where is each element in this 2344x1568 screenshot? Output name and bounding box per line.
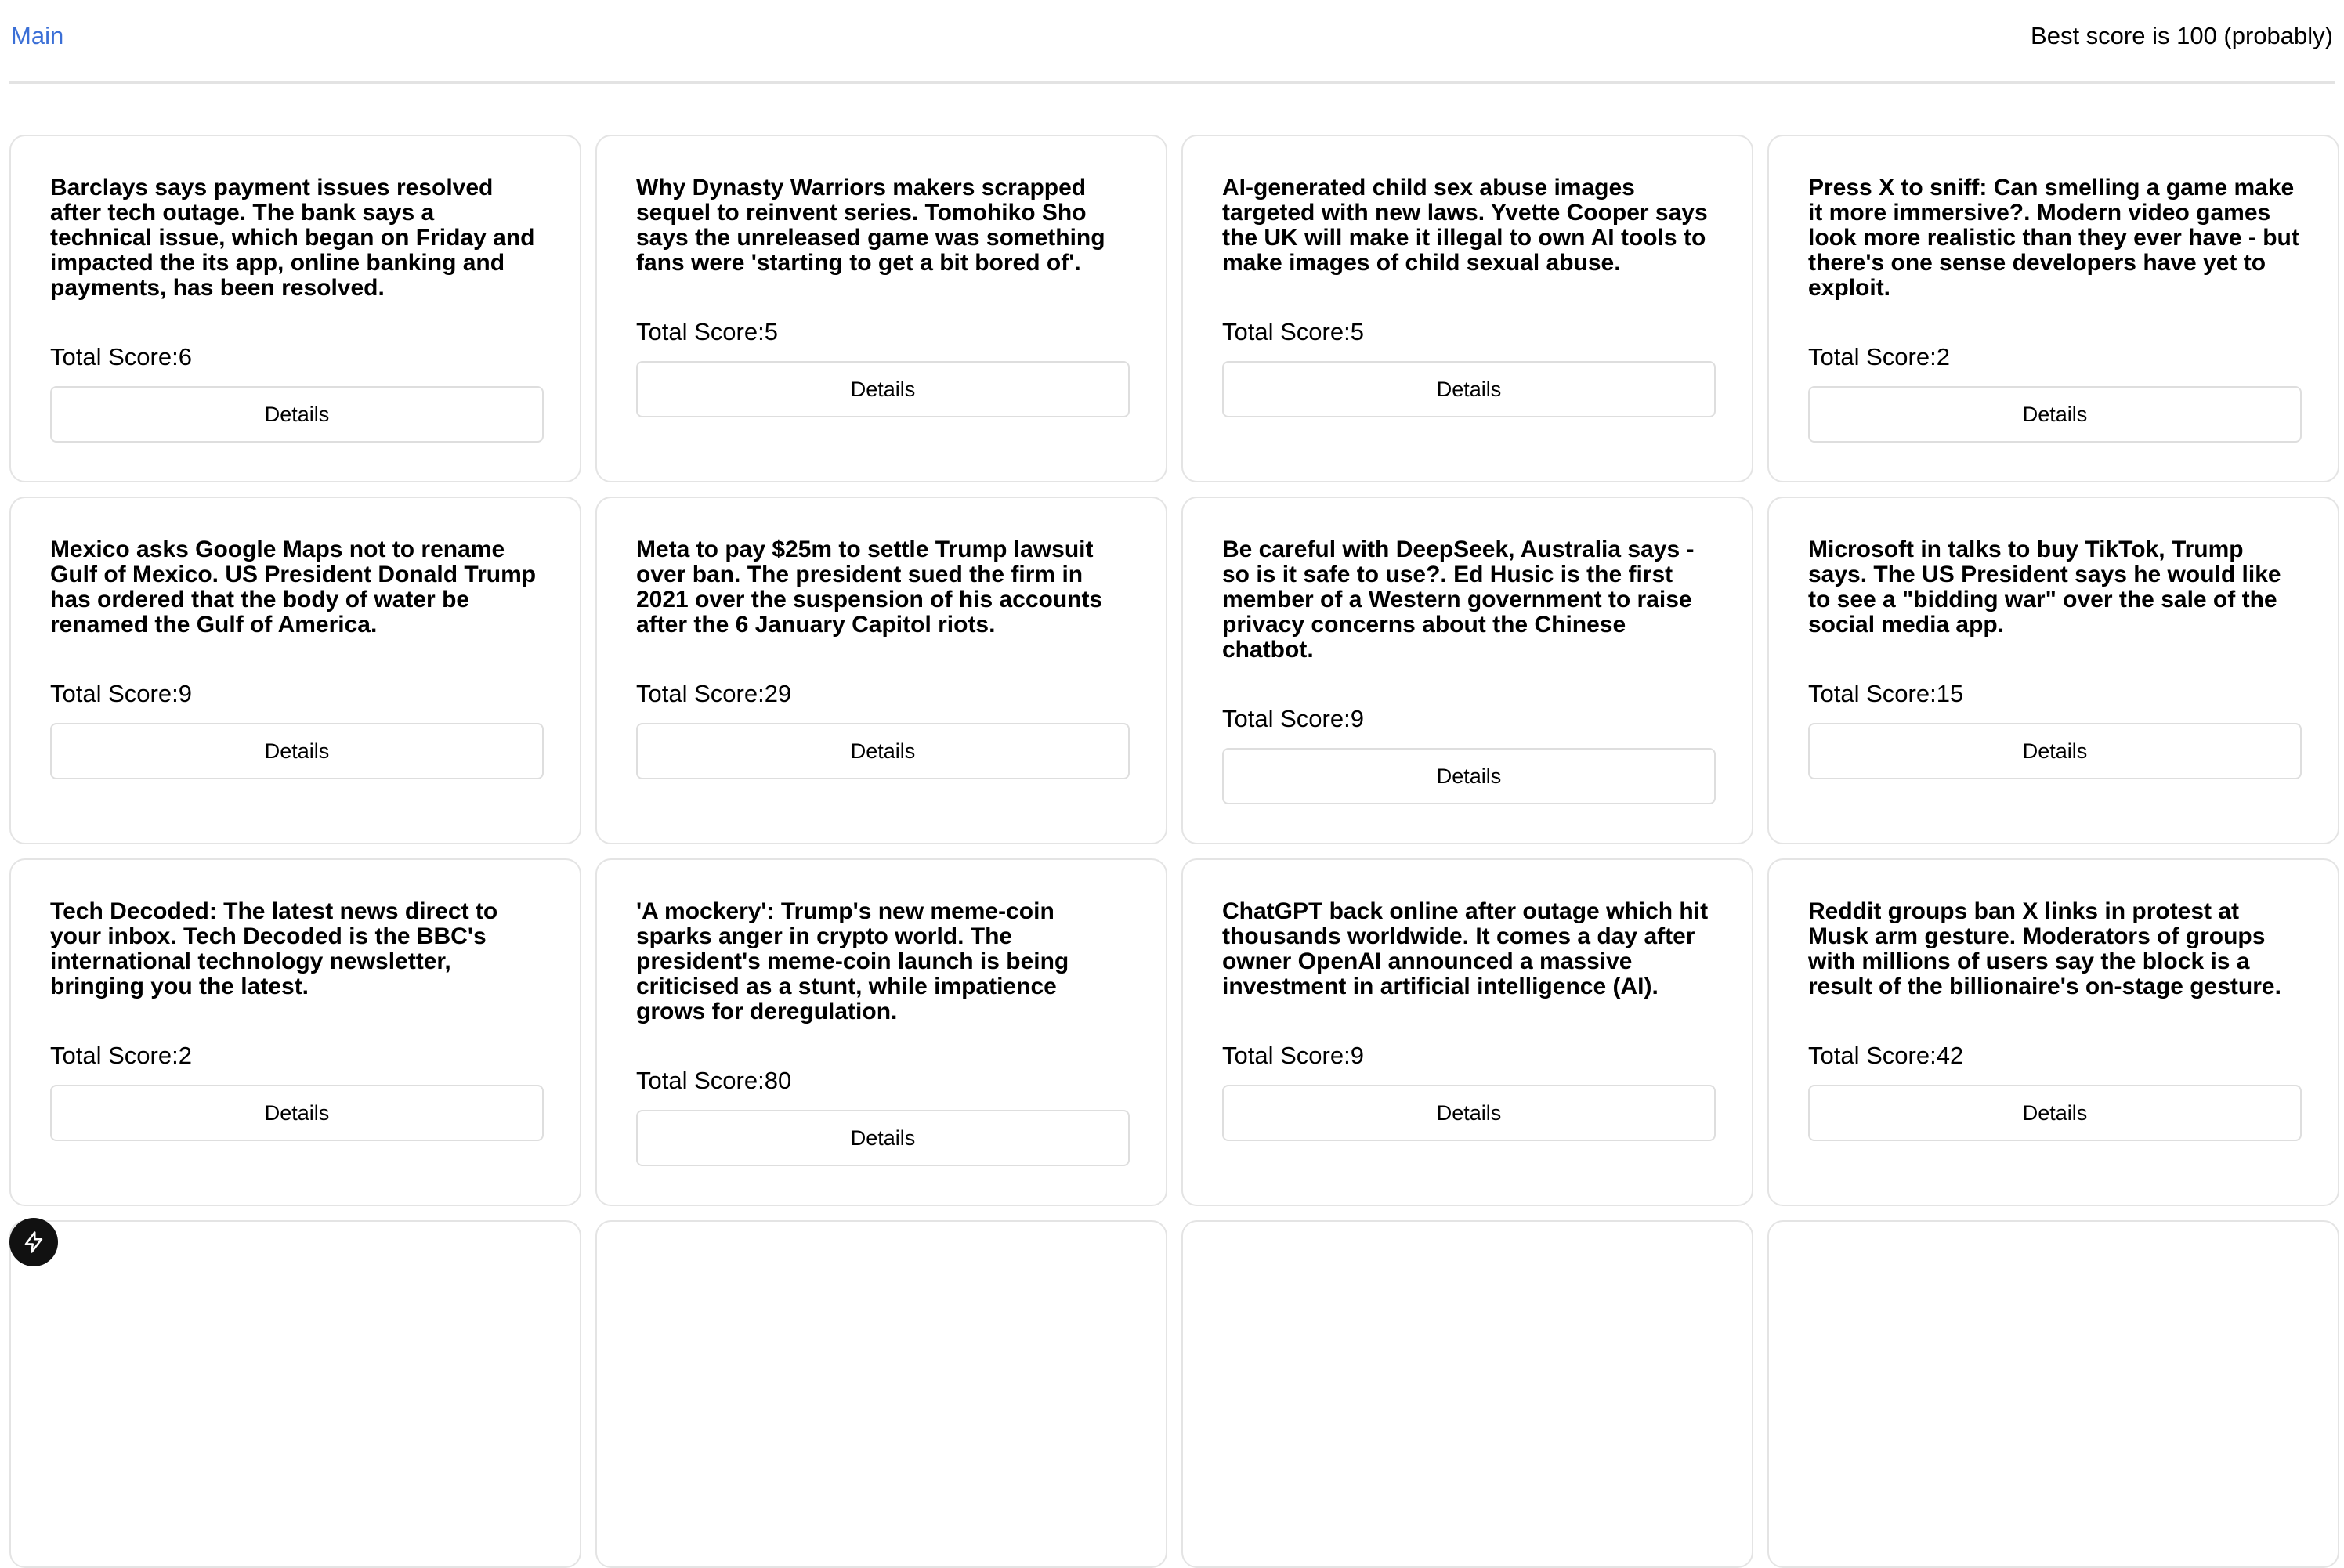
total-score: Total Score:9 (50, 681, 542, 707)
article-card: Tech Decoded: The latest news direct to … (9, 858, 581, 1206)
total-score-value: 9 (1350, 705, 1364, 732)
total-score-value: 9 (1350, 1042, 1364, 1069)
main-link[interactable]: Main (11, 22, 63, 50)
article-title: Meta to pay $25m to settle Trump lawsuit… (636, 537, 1103, 638)
details-button[interactable]: Details (636, 1110, 1130, 1166)
total-score-value: 2 (1936, 343, 1950, 370)
total-score-value: 5 (764, 318, 778, 345)
article-card (1181, 1220, 1753, 1568)
article-grid: Barclays says payment issues resolved af… (9, 135, 2339, 1568)
details-button[interactable]: Details (1222, 748, 1716, 804)
article-card (9, 1220, 581, 1568)
total-score: Total Score:5 (1222, 319, 1714, 345)
total-score: Total Score:5 (636, 319, 1128, 345)
article-card: Why Dynasty Warriors makers scrapped seq… (595, 135, 1167, 482)
article-card: Mexico asks Google Maps not to rename Gu… (9, 497, 581, 844)
total-score: Total Score:2 (50, 1042, 542, 1069)
total-score: Total Score:2 (1808, 344, 2300, 370)
article-card: Meta to pay $25m to settle Trump lawsuit… (595, 497, 1167, 844)
total-score-value: 5 (1350, 318, 1364, 345)
total-score: Total Score:6 (50, 344, 542, 370)
article-title: Reddit groups ban X links in protest at … (1808, 898, 2281, 999)
article-title: Tech Decoded: The latest news direct to … (50, 898, 498, 999)
total-score-value: 80 (764, 1067, 792, 1094)
total-score-label: Total Score: (1222, 318, 1351, 345)
best-score-text: Best score is 100 (probably) (2031, 22, 2333, 49)
article-title: Mexico asks Google Maps not to rename Gu… (50, 537, 537, 638)
article-card: AI-generated child sex abuse images targ… (1181, 135, 1753, 482)
article-card: Be careful with DeepSeek, Australia says… (1181, 497, 1753, 844)
article-title: Press X to sniff: Can smelling a game ma… (1808, 175, 2299, 301)
details-button[interactable]: Details (1222, 1085, 1716, 1141)
total-score-value: 42 (1936, 1042, 1964, 1069)
total-score: Total Score:15 (1808, 681, 2300, 707)
details-button[interactable]: Details (1808, 1085, 2302, 1141)
details-button[interactable]: Details (1808, 386, 2302, 443)
article-card: ChatGPT back online after outage which h… (1181, 858, 1753, 1206)
total-score: Total Score:42 (1808, 1042, 2300, 1069)
total-score-value: 2 (178, 1042, 192, 1069)
total-score: Total Score:9 (1222, 1042, 1714, 1069)
total-score-label: Total Score: (1222, 705, 1351, 732)
total-score-label: Total Score: (636, 1067, 765, 1094)
article-title: Barclays says payment issues resolved af… (50, 175, 535, 301)
article-title: Be careful with DeepSeek, Australia says… (1222, 537, 1695, 663)
total-score-label: Total Score: (50, 680, 179, 707)
article-title: ChatGPT back online after outage which h… (1222, 898, 1709, 999)
total-score: Total Score:29 (636, 681, 1128, 707)
floating-action-button[interactable] (9, 1218, 58, 1266)
article-card: Reddit groups ban X links in protest at … (1767, 858, 2339, 1206)
details-button[interactable]: Details (1808, 723, 2302, 779)
article-card (595, 1220, 1167, 1568)
article-title: Why Dynasty Warriors makers scrapped seq… (636, 175, 1105, 276)
details-button[interactable]: Details (636, 723, 1130, 779)
total-score-label: Total Score: (50, 1042, 179, 1069)
total-score-label: Total Score: (636, 680, 765, 707)
article-card (1767, 1220, 2339, 1568)
details-button[interactable]: Details (50, 1085, 544, 1141)
total-score: Total Score:80 (636, 1068, 1128, 1094)
total-score-label: Total Score: (1808, 680, 1937, 707)
lightning-icon (24, 1231, 43, 1253)
total-score-label: Total Score: (636, 318, 765, 345)
total-score-value: 15 (1936, 680, 1964, 707)
total-score-label: Total Score: (1222, 1042, 1351, 1069)
article-card: Press X to sniff: Can smelling a game ma… (1767, 135, 2339, 482)
total-score-label: Total Score: (1808, 1042, 1937, 1069)
article-title: Microsoft in talks to buy TikTok, Trump … (1808, 537, 2281, 638)
article-card: 'A mockery': Trump's new meme-coin spark… (595, 858, 1167, 1206)
total-score-value: 29 (764, 680, 792, 707)
total-score-value: 9 (178, 680, 192, 707)
total-score-label: Total Score: (1808, 343, 1937, 370)
total-score-label: Total Score: (50, 343, 179, 370)
details-button[interactable]: Details (50, 386, 544, 443)
details-button[interactable]: Details (1222, 361, 1716, 417)
total-score: Total Score:9 (1222, 706, 1714, 732)
details-button[interactable]: Details (50, 723, 544, 779)
article-title: 'A mockery': Trump's new meme-coin spark… (636, 898, 1069, 1024)
article-title: AI-generated child sex abuse images targ… (1222, 175, 1708, 276)
total-score-value: 6 (178, 343, 192, 370)
article-card: Microsoft in talks to buy TikTok, Trump … (1767, 497, 2339, 844)
details-button[interactable]: Details (636, 361, 1130, 417)
article-card: Barclays says payment issues resolved af… (9, 135, 581, 482)
top-bar: Main Best score is 100 (probably) (9, 0, 2335, 84)
